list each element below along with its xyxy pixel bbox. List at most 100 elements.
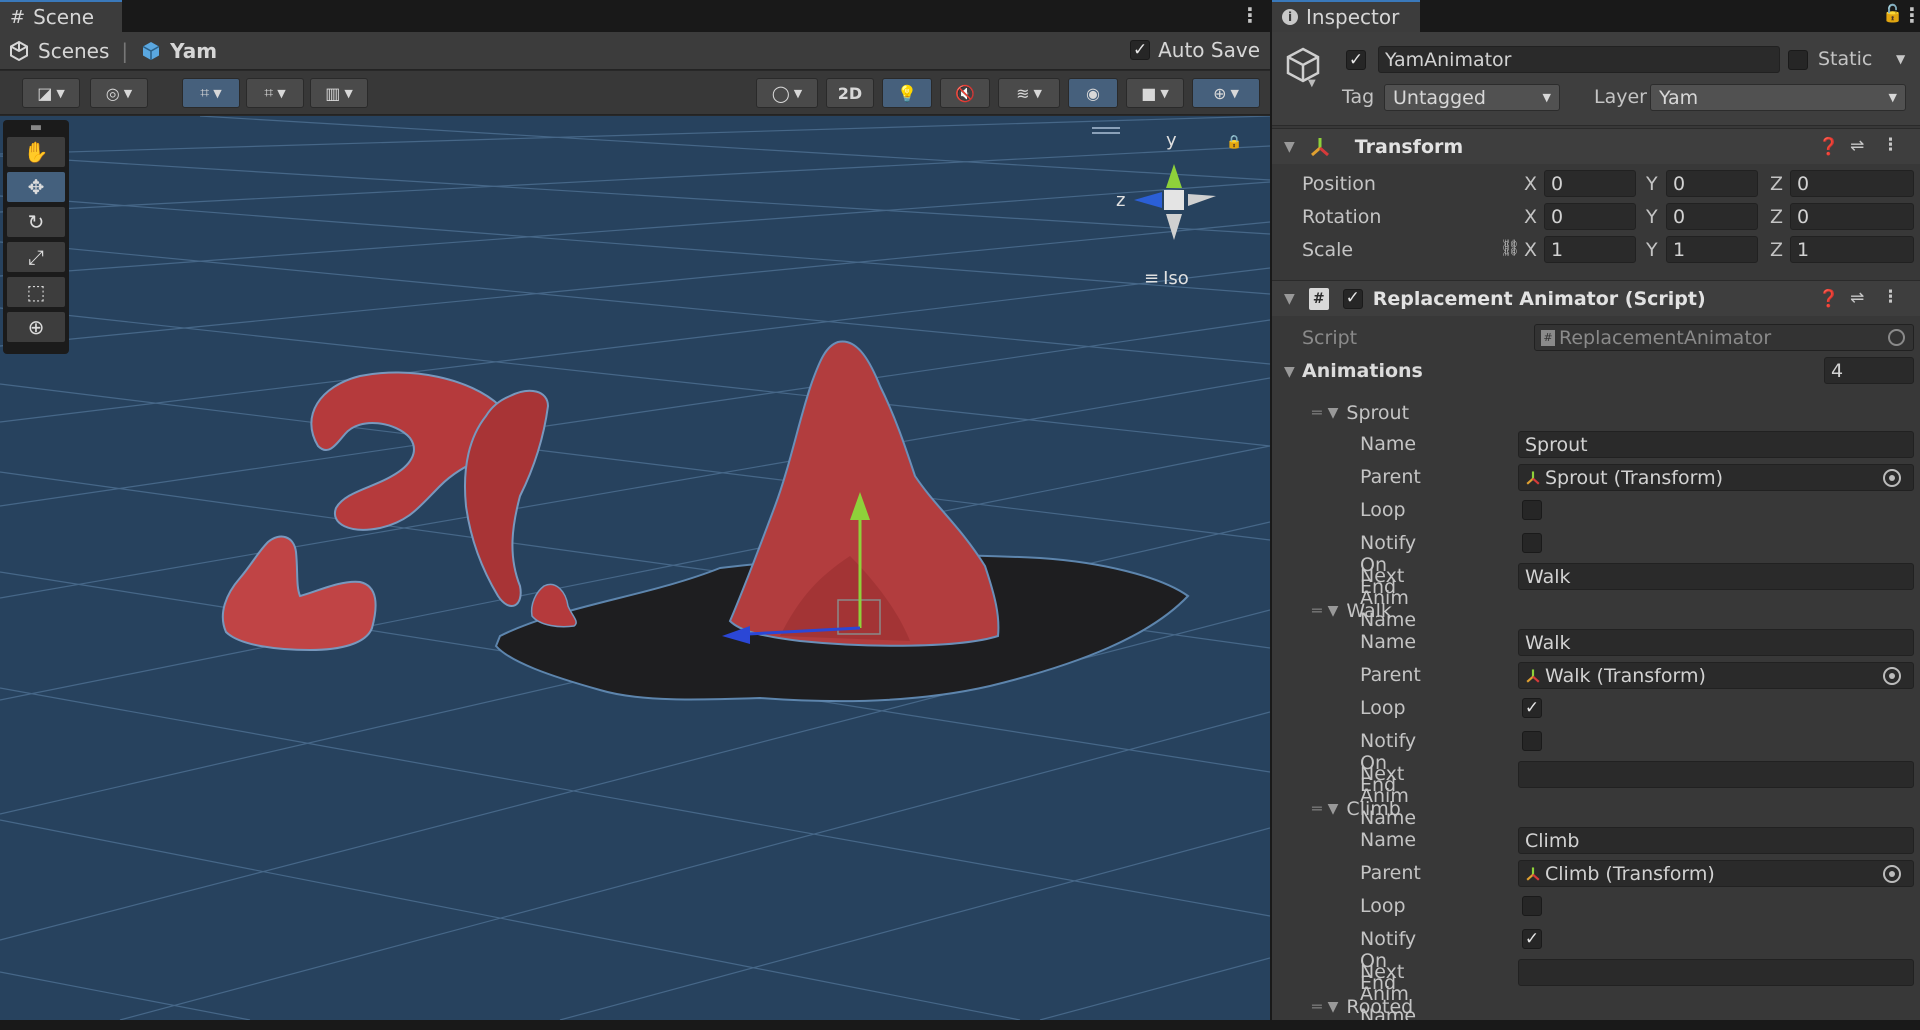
- rotate-icon: ↻: [27, 210, 45, 234]
- position-z-field[interactable]: 0: [1790, 170, 1914, 197]
- scale-z-field[interactable]: 1: [1790, 236, 1914, 263]
- tag-dropdown[interactable]: Untagged ▼: [1384, 84, 1560, 111]
- lock-icon[interactable]: 🔓: [1882, 4, 1903, 24]
- component-menu-icon[interactable]: ⋮: [1882, 135, 1899, 155]
- collapse-triangle-icon[interactable]: ▼: [1284, 291, 1295, 307]
- tab-inspector[interactable]: i Inspector: [1272, 0, 1420, 32]
- gizmo-y-label: y: [1166, 130, 1177, 151]
- animation-name-field[interactable]: Walk: [1518, 629, 1914, 656]
- help-icon[interactable]: ❓: [1818, 289, 1839, 309]
- breadcrumb-yam[interactable]: Yam: [170, 39, 217, 63]
- component-menu-icon[interactable]: ⋮: [1882, 287, 1899, 307]
- scale-tool[interactable]: ⤢: [7, 242, 65, 272]
- script-enabled-checkbox[interactable]: ✓: [1342, 288, 1363, 309]
- camera-settings-button[interactable]: ■ ▼: [1126, 78, 1184, 108]
- animation-parent-field[interactable]: Walk (Transform): [1518, 662, 1914, 689]
- toggle-2d-button[interactable]: 2D: [826, 78, 874, 108]
- gizmos-button[interactable]: ⊕ ▼: [1192, 78, 1260, 108]
- reorder-handle-icon[interactable]: ═: [1312, 997, 1322, 1016]
- rect-tool[interactable]: ⬚: [7, 277, 65, 307]
- increment-snap-button[interactable]: ⌗ ▼: [246, 78, 304, 108]
- collapse-triangle-icon[interactable]: ▼: [1328, 801, 1339, 817]
- effects-button[interactable]: ≋ ▼: [998, 78, 1060, 108]
- object-name-field[interactable]: YamAnimator: [1378, 46, 1780, 73]
- animation-element-header[interactable]: ═ ▼ Sprout: [1312, 396, 1912, 429]
- animation-notify-checkbox[interactable]: [1522, 731, 1542, 751]
- animations-count-field[interactable]: 4: [1824, 357, 1914, 384]
- animation-element-header[interactable]: ═ ▼ Climb: [1312, 792, 1912, 825]
- tag-value: Untagged: [1393, 86, 1486, 109]
- reorder-handle-icon[interactable]: ═: [1312, 403, 1322, 422]
- collapse-triangle-icon[interactable]: ▼: [1328, 405, 1339, 421]
- move-tool[interactable]: ✥: [7, 172, 65, 202]
- presets-sliders-icon[interactable]: ⇌: [1850, 288, 1864, 308]
- auto-save-checkbox[interactable]: ✓: [1130, 40, 1151, 60]
- icon-dropdown-chevron-icon[interactable]: ▼: [1308, 78, 1316, 89]
- scene-viewport[interactable]: 🔒 y z ≡ Iso: [0, 116, 1270, 1020]
- rotate-tool[interactable]: ↻: [7, 207, 65, 237]
- constrain-proportions-link-icon[interactable]: ⛓: [1500, 238, 1520, 257]
- position-y-field[interactable]: 0: [1666, 170, 1758, 197]
- animation-next-field[interactable]: [1518, 761, 1914, 788]
- object-picker-icon[interactable]: [1883, 865, 1901, 883]
- scene-grid-icon: #: [10, 6, 26, 28]
- animation-loop-checkbox[interactable]: [1522, 500, 1542, 520]
- animation-notify-checkbox[interactable]: ✓: [1522, 929, 1542, 949]
- axis-y-label: Y: [1646, 206, 1658, 228]
- animations-foldout-triangle-icon[interactable]: ▼: [1284, 364, 1295, 380]
- animation-element-header[interactable]: ═ ▼ Rooted: [1312, 990, 1912, 1023]
- script-component-header[interactable]: ▼ # ✓ Replacement Animator (Script) ❓ ⇌ …: [1272, 280, 1920, 316]
- chevron-down-icon: ▼: [1230, 86, 1239, 100]
- object-picker-icon[interactable]: [1883, 469, 1901, 487]
- animation-notify-checkbox[interactable]: [1522, 533, 1542, 553]
- object-picker-icon[interactable]: [1883, 667, 1901, 685]
- hand-tool[interactable]: ✋: [7, 137, 65, 167]
- animation-next-field[interactable]: Walk: [1518, 563, 1914, 590]
- reorder-handle-icon[interactable]: ═: [1312, 601, 1322, 620]
- transform-header[interactable]: ▼ Transform ❓ ⇌ ⋮: [1272, 128, 1920, 164]
- object-picker-icon[interactable]: [1888, 329, 1905, 346]
- tab-scene[interactable]: # Scene: [0, 0, 122, 32]
- collapse-triangle-icon[interactable]: ▼: [1284, 139, 1295, 155]
- inspector-more-menu-icon[interactable]: ⋮: [1902, 4, 1920, 26]
- object-active-checkbox[interactable]: ✓: [1346, 50, 1366, 70]
- grid-visibility-button[interactable]: ▥ ▼: [310, 78, 368, 108]
- reorder-handle-icon[interactable]: ═: [1312, 799, 1322, 818]
- shading-mode-button[interactable]: ◯ ▼: [756, 78, 818, 108]
- collapse-triangle-icon[interactable]: ▼: [1328, 999, 1339, 1015]
- draw-mode-button[interactable]: ◪ ▼: [22, 78, 80, 108]
- menu-lines-icon: ≡: [1144, 268, 1160, 289]
- auto-save-toggle[interactable]: ✓ Auto Save: [1130, 38, 1260, 62]
- rotation-z-field[interactable]: 0: [1790, 203, 1914, 230]
- layer-dropdown[interactable]: Yam ▼: [1650, 84, 1906, 111]
- scene-visibility-toggle[interactable]: ◉: [1068, 78, 1118, 108]
- animation-name-field[interactable]: Climb: [1518, 827, 1914, 854]
- transform-tool[interactable]: ⊕: [7, 312, 65, 342]
- lighting-toggle[interactable]: 💡: [882, 78, 932, 108]
- scene-more-menu-icon[interactable]: ⋮: [1240, 4, 1260, 26]
- animation-name-label: Name: [1360, 829, 1417, 851]
- rotation-y-field[interactable]: 0: [1666, 203, 1758, 230]
- grid-snapping-button[interactable]: ⌗ ▼: [182, 78, 240, 108]
- static-checkbox[interactable]: [1788, 50, 1808, 70]
- static-dropdown-chevron-icon[interactable]: ▼: [1896, 52, 1905, 66]
- collapse-triangle-icon[interactable]: ▼: [1328, 603, 1339, 619]
- rotation-x-field[interactable]: 0: [1544, 203, 1636, 230]
- projection-toggle[interactable]: ≡ Iso: [1144, 268, 1189, 289]
- help-icon[interactable]: ❓: [1818, 137, 1839, 157]
- audio-toggle[interactable]: 🔇: [940, 78, 990, 108]
- scale-x-field[interactable]: 1: [1544, 236, 1636, 263]
- breadcrumb-scenes[interactable]: Scenes: [38, 39, 109, 63]
- animation-next-field[interactable]: [1518, 959, 1914, 986]
- scale-y-field[interactable]: 1: [1666, 236, 1758, 263]
- animation-element-header[interactable]: ═ ▼ Walk: [1312, 594, 1912, 627]
- animation-loop-checkbox[interactable]: [1522, 896, 1542, 916]
- animation-parent-field[interactable]: Climb (Transform): [1518, 860, 1914, 887]
- global-local-button[interactable]: ◎ ▼: [90, 78, 148, 108]
- animation-name-field[interactable]: Sprout: [1518, 431, 1914, 458]
- position-x-field[interactable]: 0: [1544, 170, 1636, 197]
- palette-grip-icon[interactable]: ▬: [7, 121, 65, 137]
- animation-parent-field[interactable]: Sprout (Transform): [1518, 464, 1914, 491]
- presets-sliders-icon[interactable]: ⇌: [1850, 136, 1864, 156]
- animation-loop-checkbox[interactable]: ✓: [1522, 698, 1542, 718]
